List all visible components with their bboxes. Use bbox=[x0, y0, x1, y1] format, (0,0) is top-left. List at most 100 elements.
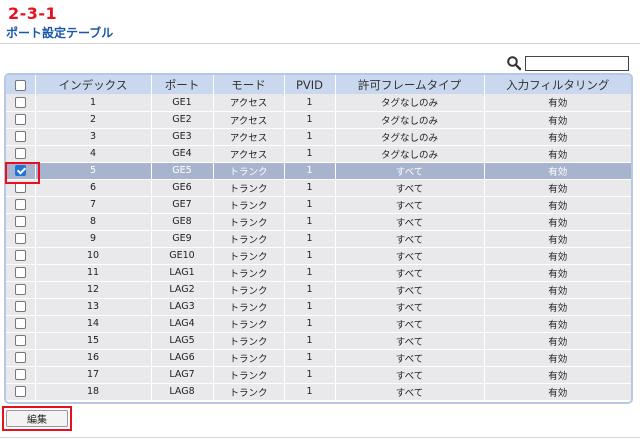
table-row[interactable]: 5 GE5 トランク 1 すべて 有効 bbox=[6, 162, 631, 180]
cell-index: 12 bbox=[35, 281, 152, 299]
title-divider bbox=[0, 43, 640, 44]
table-row[interactable]: 10 GE10 トランク 1 すべて 有効 bbox=[6, 247, 631, 265]
cell-mode: トランク bbox=[213, 213, 285, 231]
cell-ingress-filtering: 有効 bbox=[484, 315, 631, 333]
row-checkbox[interactable] bbox=[14, 216, 26, 227]
column-header-mode[interactable]: モード bbox=[213, 75, 285, 94]
cell-pvid: 1 bbox=[284, 145, 336, 163]
cell-frame-type: すべて bbox=[335, 230, 485, 248]
cell-mode: アクセス bbox=[213, 111, 285, 129]
cell-port: GE8 bbox=[151, 213, 214, 231]
cell-pvid: 1 bbox=[284, 383, 336, 401]
row-checkbox[interactable] bbox=[14, 131, 26, 142]
table-row[interactable]: 8 GE8 トランク 1 すべて 有効 bbox=[6, 213, 631, 231]
cell-ingress-filtering: 有効 bbox=[484, 349, 631, 367]
cell-pvid: 1 bbox=[284, 281, 336, 299]
row-checkbox[interactable] bbox=[14, 318, 26, 329]
cell-frame-type: すべて bbox=[335, 247, 485, 265]
row-checkbox[interactable] bbox=[14, 386, 26, 397]
port-settings-table: インデックス ポート モード PVID 許可フレームタイプ 入力フィルタリング … bbox=[4, 73, 633, 404]
table-row[interactable]: 12 LAG2 トランク 1 すべて 有効 bbox=[6, 281, 631, 299]
cell-port: GE9 bbox=[151, 230, 214, 248]
row-checkbox[interactable] bbox=[14, 301, 26, 312]
table-row[interactable]: 3 GE3 アクセス 1 タグなしのみ 有効 bbox=[6, 128, 631, 146]
cell-index: 9 bbox=[35, 230, 152, 248]
search-bar bbox=[506, 55, 629, 71]
table-header-row: インデックス ポート モード PVID 許可フレームタイプ 入力フィルタリング bbox=[6, 75, 631, 94]
search-icon[interactable] bbox=[506, 55, 522, 71]
cell-mode: トランク bbox=[213, 162, 285, 180]
cell-frame-type: すべて bbox=[335, 264, 485, 282]
table-row[interactable]: 18 LAG8 トランク 1 すべて 有効 bbox=[6, 383, 631, 401]
table-row[interactable]: 14 LAG4 トランク 1 すべて 有効 bbox=[6, 315, 631, 333]
column-header-frame-type[interactable]: 許可フレームタイプ bbox=[335, 75, 485, 94]
cell-mode: トランク bbox=[213, 281, 285, 299]
column-header-pvid[interactable]: PVID bbox=[284, 75, 336, 94]
table-row[interactable]: 2 GE2 アクセス 1 タグなしのみ 有効 bbox=[6, 111, 631, 129]
row-checkbox[interactable] bbox=[14, 233, 26, 244]
search-input[interactable] bbox=[525, 55, 629, 71]
cell-pvid: 1 bbox=[284, 349, 336, 367]
select-all-checkbox[interactable] bbox=[14, 79, 26, 91]
cell-pvid: 1 bbox=[284, 162, 336, 180]
table-row[interactable]: 4 GE4 アクセス 1 タグなしのみ 有効 bbox=[6, 145, 631, 163]
cell-mode: トランク bbox=[213, 247, 285, 265]
cell-mode: アクセス bbox=[213, 145, 285, 163]
cell-port: LAG2 bbox=[151, 281, 214, 299]
row-select-cell bbox=[6, 349, 36, 367]
cell-mode: トランク bbox=[213, 315, 285, 333]
row-checkbox[interactable] bbox=[14, 148, 26, 159]
cell-frame-type: すべて bbox=[335, 281, 485, 299]
row-checkbox[interactable] bbox=[14, 284, 26, 295]
edit-button[interactable]: 編集 bbox=[6, 410, 68, 427]
column-header-index[interactable]: インデックス bbox=[35, 75, 152, 94]
row-checkbox[interactable] bbox=[14, 165, 26, 176]
cell-mode: トランク bbox=[213, 179, 285, 197]
cell-mode: トランク bbox=[213, 366, 285, 384]
row-checkbox[interactable] bbox=[14, 335, 26, 346]
cell-port: LAG7 bbox=[151, 366, 214, 384]
cell-ingress-filtering: 有効 bbox=[484, 298, 631, 316]
cell-index: 13 bbox=[35, 298, 152, 316]
table-row[interactable]: 17 LAG7 トランク 1 すべて 有効 bbox=[6, 366, 631, 384]
row-checkbox[interactable] bbox=[14, 199, 26, 210]
row-checkbox[interactable] bbox=[14, 369, 26, 380]
cell-index: 5 bbox=[35, 162, 152, 180]
table-row[interactable]: 1 GE1 アクセス 1 タグなしのみ 有効 bbox=[6, 94, 631, 112]
cell-ingress-filtering: 有効 bbox=[484, 179, 631, 197]
cell-ingress-filtering: 有効 bbox=[484, 196, 631, 214]
cell-frame-type: すべて bbox=[335, 162, 485, 180]
row-checkbox[interactable] bbox=[14, 267, 26, 278]
table-row[interactable]: 15 LAG5 トランク 1 すべて 有効 bbox=[6, 332, 631, 350]
row-select-cell bbox=[6, 264, 36, 282]
column-header-port[interactable]: ポート bbox=[151, 75, 214, 94]
row-checkbox[interactable] bbox=[14, 114, 26, 125]
row-checkbox[interactable] bbox=[14, 250, 26, 261]
row-checkbox[interactable] bbox=[14, 352, 26, 363]
cell-port: GE4 bbox=[151, 145, 214, 163]
row-select-cell bbox=[6, 298, 36, 316]
cell-pvid: 1 bbox=[284, 213, 336, 231]
table-row[interactable]: 11 LAG1 トランク 1 すべて 有効 bbox=[6, 264, 631, 282]
table-row[interactable]: 9 GE9 トランク 1 すべて 有効 bbox=[6, 230, 631, 248]
cell-index: 1 bbox=[35, 94, 152, 112]
row-checkbox[interactable] bbox=[14, 182, 26, 193]
cell-port: GE2 bbox=[151, 111, 214, 129]
cell-ingress-filtering: 有効 bbox=[484, 264, 631, 282]
cell-frame-type: すべて bbox=[335, 315, 485, 333]
table-body: 1 GE1 アクセス 1 タグなしのみ 有効 2 GE2 アクセス 1 タグなしのみ 有効 3 GE3 アク… bbox=[6, 94, 631, 401]
table-row[interactable]: 16 LAG6 トランク 1 すべて 有効 bbox=[6, 349, 631, 367]
cell-frame-type: タグなしのみ bbox=[335, 111, 485, 129]
row-checkbox[interactable] bbox=[14, 96, 26, 108]
cell-ingress-filtering: 有効 bbox=[484, 213, 631, 231]
cell-index: 10 bbox=[35, 247, 152, 265]
cell-index: 17 bbox=[35, 366, 152, 384]
table-row[interactable]: 7 GE7 トランク 1 すべて 有効 bbox=[6, 196, 631, 214]
cell-frame-type: すべて bbox=[335, 298, 485, 316]
cell-port: GE5 bbox=[151, 162, 214, 180]
table-row[interactable]: 6 GE6 トランク 1 すべて 有効 bbox=[6, 179, 631, 197]
column-header-ingress-filtering[interactable]: 入力フィルタリング bbox=[484, 75, 631, 94]
cell-pvid: 1 bbox=[284, 111, 336, 129]
table-row[interactable]: 13 LAG3 トランク 1 すべて 有効 bbox=[6, 298, 631, 316]
cell-mode: トランク bbox=[213, 332, 285, 350]
